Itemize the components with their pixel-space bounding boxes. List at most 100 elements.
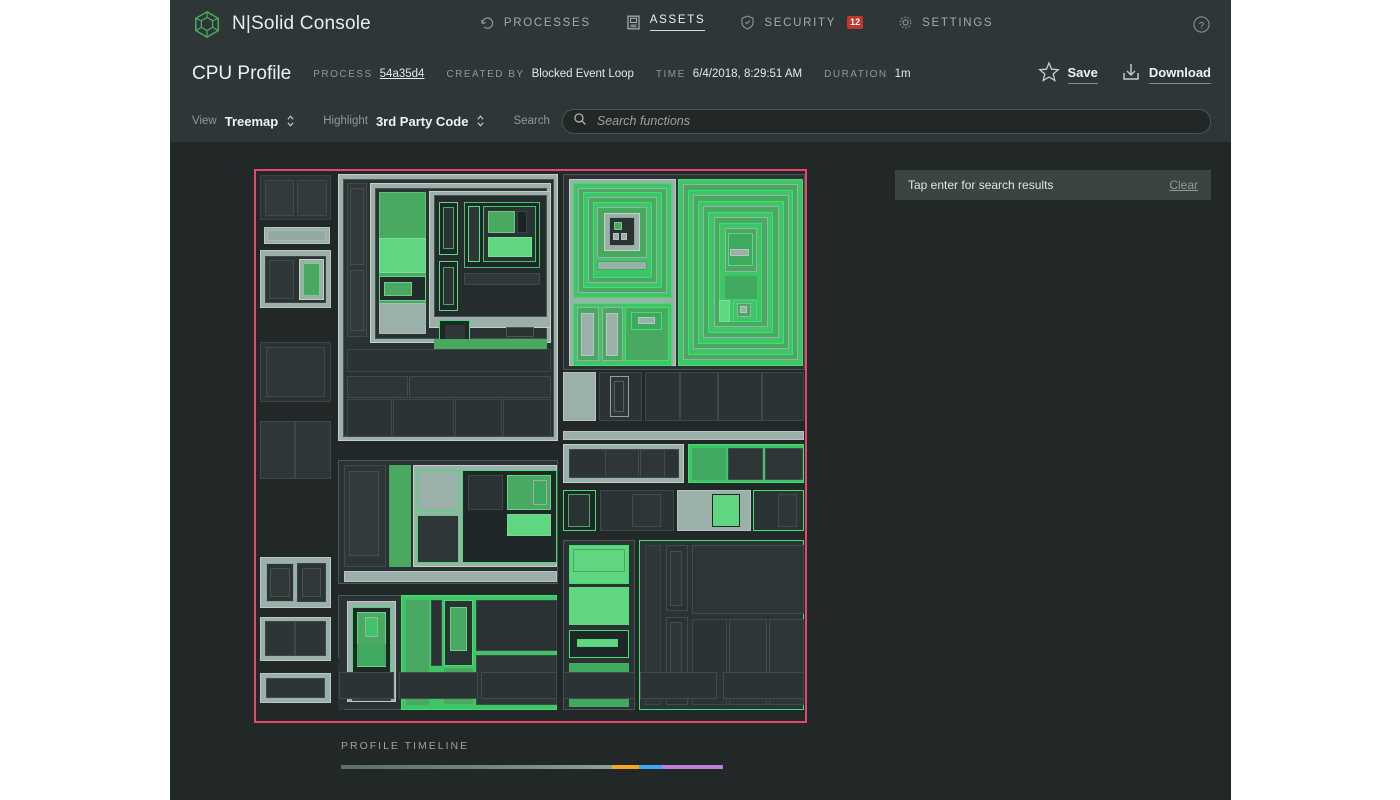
treemap-node[interactable]: [417, 470, 459, 512]
treemap-node[interactable]: [740, 306, 747, 313]
treemap-node[interactable]: [563, 372, 596, 422]
treemap-node[interactable]: [517, 211, 527, 233]
treemap-node[interactable]: [270, 568, 290, 597]
treemap-node[interactable]: [267, 230, 326, 240]
treemap-node[interactable]: [573, 549, 625, 572]
treemap-node[interactable]: [357, 644, 386, 666]
treemap-node[interactable]: [605, 449, 639, 478]
treemap-node[interactable]: [443, 207, 454, 249]
chevron-updown-icon[interactable]: [286, 114, 295, 128]
treemap-node[interactable]: [679, 372, 681, 422]
treemap-node[interactable]: [730, 249, 749, 256]
treemap-node[interactable]: [719, 300, 730, 322]
treemap-node[interactable]: [450, 607, 466, 651]
treemap-node[interactable]: [350, 188, 363, 265]
cpu-profile-treemap[interactable]: [254, 169, 807, 723]
treemap-node[interactable]: [379, 238, 426, 273]
treemap-node[interactable]: [717, 372, 719, 422]
treemap-node[interactable]: [303, 263, 321, 295]
treemap-node[interactable]: [765, 448, 802, 480]
search-input[interactable]: [595, 113, 1200, 129]
treemap-node[interactable]: [640, 672, 717, 700]
treemap-node[interactable]: [778, 494, 798, 526]
treemap-node[interactable]: [568, 494, 590, 526]
treemap-node[interactable]: [723, 672, 804, 700]
treemap-node[interactable]: [393, 399, 453, 436]
chevron-updown-icon[interactable]: [476, 114, 485, 128]
treemap-node[interactable]: [347, 349, 551, 372]
view-value[interactable]: Treemap: [225, 114, 278, 129]
treemap-node[interactable]: [606, 313, 618, 356]
download-button[interactable]: Download: [1120, 60, 1211, 89]
highlight-value[interactable]: 3rd Party Code: [376, 114, 468, 129]
treemap-node[interactable]: [613, 233, 619, 241]
treemap-node[interactable]: [581, 313, 594, 356]
treemap-node[interactable]: [488, 211, 515, 233]
treemap-node[interactable]: [569, 587, 629, 626]
treemap-node[interactable]: [379, 303, 426, 334]
treemap-node[interactable]: [503, 399, 551, 436]
treemap-node[interactable]: [265, 180, 295, 216]
clear-search-link[interactable]: Clear: [1169, 178, 1198, 192]
treemap-node[interactable]: [349, 471, 379, 556]
treemap-node[interactable]: [692, 448, 726, 480]
treemap-node[interactable]: [597, 261, 647, 270]
treemap-node[interactable]: [339, 672, 394, 700]
treemap-node[interactable]: [269, 260, 294, 299]
treemap-node[interactable]: [614, 381, 624, 413]
treemap-node[interactable]: [409, 376, 551, 398]
treemap-node[interactable]: [712, 494, 741, 526]
nav-item-processes[interactable]: PROCESSES: [479, 14, 591, 34]
treemap-node[interactable]: [614, 222, 622, 230]
treemap-node[interactable]: [302, 568, 322, 597]
treemap-node[interactable]: [266, 347, 325, 397]
treemap-node[interactable]: [728, 448, 763, 480]
treemap-node[interactable]: [506, 327, 533, 337]
treemap-node[interactable]: [725, 276, 757, 299]
treemap-node[interactable]: [464, 273, 541, 285]
treemap-node[interactable]: [266, 678, 325, 698]
treemap-node[interactable]: [389, 465, 411, 567]
brand[interactable]: N|Solid Console: [192, 9, 371, 39]
nav-item-settings[interactable]: SETTINGS: [897, 14, 993, 34]
treemap-node[interactable]: [481, 672, 557, 700]
treemap-node[interactable]: [347, 376, 407, 398]
treemap-node[interactable]: [761, 372, 763, 422]
treemap-node[interactable]: [344, 571, 557, 582]
treemap-node[interactable]: [443, 267, 454, 306]
process-id-link[interactable]: 54a35d4: [380, 68, 425, 80]
save-button[interactable]: Save: [1037, 60, 1098, 89]
treemap-node[interactable]: [632, 494, 661, 526]
highlight-selector[interactable]: Highlight 3rd Party Code: [323, 114, 485, 129]
nav-item-security[interactable]: SECURITY 12: [739, 14, 863, 34]
treemap-node[interactable]: [640, 449, 665, 478]
treemap-node[interactable]: [468, 206, 480, 262]
treemap-node[interactable]: [670, 551, 682, 606]
search-box[interactable]: [562, 109, 1211, 134]
treemap-node[interactable]: [476, 600, 557, 651]
nav-item-assets[interactable]: ASSETS: [625, 14, 706, 34]
treemap-node[interactable]: [533, 480, 547, 505]
treemap-node[interactable]: [365, 617, 378, 638]
treemap-node[interactable]: [621, 233, 627, 241]
treemap-node[interactable]: [577, 639, 619, 648]
treemap-node[interactable]: [297, 180, 328, 216]
treemap-node[interactable]: [434, 339, 547, 349]
treemap-node[interactable]: [609, 217, 635, 246]
treemap-node[interactable]: [455, 399, 502, 436]
view-selector[interactable]: View Treemap: [192, 114, 295, 129]
treemap-node[interactable]: [563, 431, 803, 441]
treemap-node[interactable]: [417, 515, 459, 562]
treemap-node[interactable]: [431, 600, 442, 666]
treemap-node[interactable]: [468, 475, 503, 510]
treemap-node[interactable]: [563, 672, 634, 700]
treemap-node[interactable]: [399, 672, 479, 700]
treemap-node[interactable]: [638, 317, 654, 324]
treemap-node[interactable]: [294, 621, 296, 655]
treemap-node[interactable]: [384, 282, 411, 296]
timeline-bar[interactable]: [341, 765, 723, 769]
treemap-node[interactable]: [347, 399, 392, 436]
treemap-node[interactable]: [294, 421, 296, 479]
treemap-node[interactable]: [692, 545, 804, 614]
help-circle-icon[interactable]: ?: [1192, 15, 1211, 34]
